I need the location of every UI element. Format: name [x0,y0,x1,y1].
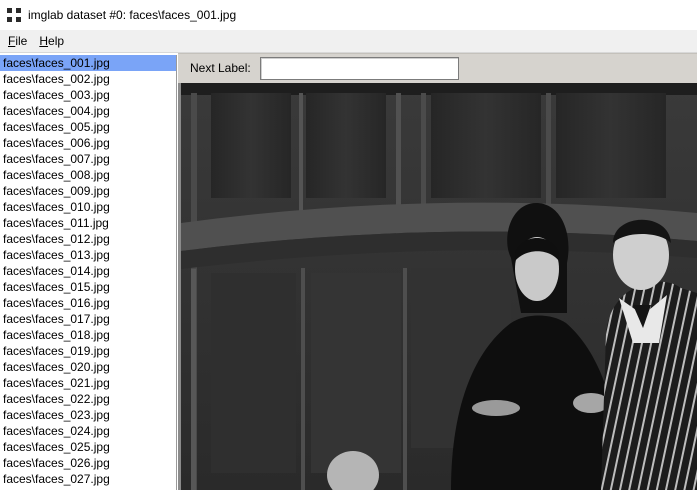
file-list-item[interactable]: faces\faces_025.jpg [0,439,176,455]
menu-help-label: elp [48,33,65,48]
file-list-item[interactable]: faces\faces_024.jpg [0,423,176,439]
imglab-app-icon [7,8,21,22]
file-list-item[interactable]: faces\faces_001.jpg [0,55,176,71]
file-list-item[interactable]: faces\faces_006.jpg [0,135,176,151]
file-list-item[interactable]: faces\faces_005.jpg [0,119,176,135]
file-list-item[interactable]: faces\faces_026.jpg [0,455,176,471]
file-list-item[interactable]: faces\faces_013.jpg [0,247,176,263]
file-list-item[interactable]: faces\faces_018.jpg [0,327,176,343]
file-list-item[interactable]: faces\faces_023.jpg [0,407,176,423]
menu-help[interactable]: Help [33,30,70,53]
file-list-item[interactable]: faces\faces_027.jpg [0,471,176,487]
file-list-item[interactable]: faces\faces_002.jpg [0,71,176,87]
file-list-item[interactable]: faces\faces_009.jpg [0,183,176,199]
file-list-item[interactable]: faces\faces_008.jpg [0,167,176,183]
file-list-item[interactable]: faces\faces_007.jpg [0,151,176,167]
file-list-item[interactable]: faces\faces_017.jpg [0,311,176,327]
menu-help-mnemonic: H [39,33,49,48]
file-list-item[interactable]: faces\faces_020.jpg [0,359,176,375]
file-list-item[interactable]: faces\faces_014.jpg [0,263,176,279]
file-list[interactable]: faces\faces_001.jpg faces\faces_002.jpg fa… [0,55,177,490]
file-list-item[interactable]: faces\faces_022.jpg [0,391,176,407]
window-title: imglab dataset #0: faces\faces_001.jpg [28,8,237,22]
file-list-item[interactable]: faces\faces_010.jpg [0,199,176,215]
image-viewer[interactable] [178,83,697,490]
file-list-item[interactable]: faces\faces_012.jpg [0,231,176,247]
menu-file[interactable]: File [2,30,33,53]
menu-file-label: ile [15,33,28,48]
file-list-item[interactable]: faces\faces_021.jpg [0,375,176,391]
file-list-item[interactable]: faces\faces_019.jpg [0,343,176,359]
title-bar: imglab dataset #0: faces\faces_001.jpg [0,0,697,30]
photo-canvas [181,83,697,490]
file-list-item[interactable]: faces\faces_015.jpg [0,279,176,295]
next-label-input[interactable] [260,57,459,80]
label-bar: Next Label: [178,53,697,83]
file-list-item[interactable]: faces\faces_016.jpg [0,295,176,311]
next-label-caption: Next Label: [190,61,251,75]
file-list-item[interactable]: faces\faces_011.jpg [0,215,176,231]
menu-bar: File Help [0,30,697,53]
file-list-item[interactable]: faces\faces_004.jpg [0,103,176,119]
file-list-item[interactable]: faces\faces_003.jpg [0,87,176,103]
